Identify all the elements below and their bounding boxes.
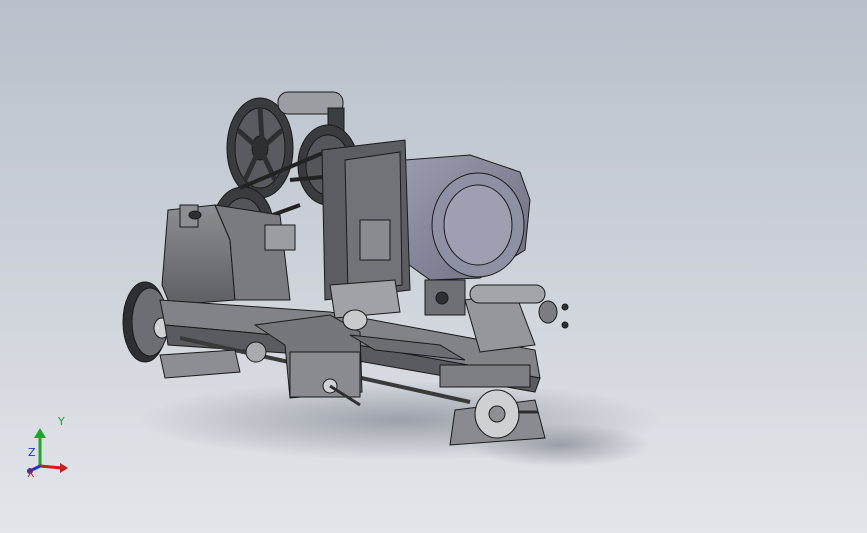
z-axis-label: Z [28,446,36,459]
x-axis-label: X [27,467,35,480]
left-foot[interactable] [159,349,241,379]
lathe-assembly-model[interactable] [0,0,867,533]
x-axis-arrow [39,464,63,470]
view-orientation-triad[interactable]: Y Z X [24,414,74,484]
y-axis-label: Y [58,415,65,428]
x-axis-arrowhead [60,463,68,473]
y-axis-arrowhead [34,428,46,438]
headstock[interactable] [161,204,296,306]
left-handwheel[interactable] [122,281,171,363]
cad-3d-viewport[interactable]: Y Z X [0,0,867,533]
leadscrew-handle[interactable] [245,341,267,363]
vertical-slide[interactable] [321,139,411,301]
lathe-model-body[interactable] [122,91,569,446]
